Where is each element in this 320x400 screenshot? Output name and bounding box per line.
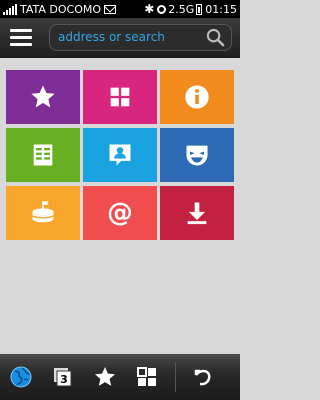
- toolbar-divider: [175, 362, 176, 392]
- battery-icon: [196, 3, 203, 15]
- tile-bookmarks[interactable]: [6, 70, 80, 124]
- browser-toolbar: address or search: [0, 18, 240, 58]
- quick-launch-grid: @: [6, 70, 234, 240]
- svg-text:@: @: [107, 199, 133, 227]
- network-type: 2.5G: [168, 2, 195, 16]
- clock: 01:15: [205, 2, 237, 16]
- apps-icon: [137, 367, 156, 386]
- back-icon: [194, 369, 211, 386]
- download-icon: [187, 202, 207, 225]
- at-icon: @: [107, 199, 133, 227]
- info-icon: [185, 85, 209, 109]
- cake-icon: [32, 201, 54, 223]
- globe-button[interactable]: [0, 354, 42, 400]
- address-placeholder[interactable]: address or search: [58, 30, 165, 44]
- bookmarks-button[interactable]: [84, 354, 126, 400]
- tile-windows[interactable]: [83, 70, 157, 124]
- tile-downloads[interactable]: [160, 186, 234, 240]
- tile-info[interactable]: [160, 70, 234, 124]
- grid-icon: [110, 87, 130, 107]
- window-count: 3: [60, 373, 68, 386]
- menu-icon[interactable]: [10, 29, 32, 47]
- tile-feeds[interactable]: [6, 128, 80, 182]
- back-button[interactable]: [182, 354, 224, 400]
- bluetooth-icon: ✱: [144, 2, 155, 16]
- contact-card-icon: [109, 144, 131, 166]
- signal-icon: [3, 3, 17, 15]
- status-bar: TATA DOCOMO ✱ 2.5G 01:15: [0, 0, 240, 18]
- tile-contacts[interactable]: [83, 128, 157, 182]
- operator-name: TATA DOCOMO: [20, 2, 102, 16]
- windows-icon: 3: [54, 368, 72, 387]
- tile-entertainment[interactable]: [160, 128, 234, 182]
- globe-icon: [10, 366, 32, 388]
- tile-email[interactable]: @: [83, 186, 157, 240]
- star-icon: [31, 85, 55, 108]
- bookmarks-icon: [95, 367, 115, 386]
- search-icon[interactable]: [206, 28, 225, 47]
- tile-events[interactable]: [6, 186, 80, 240]
- sync-icon: [157, 4, 167, 14]
- mail-icon: [104, 4, 117, 14]
- address-bar[interactable]: address or search: [49, 24, 232, 51]
- apps-button[interactable]: [126, 354, 168, 400]
- windows-button[interactable]: 3: [42, 354, 84, 400]
- document-icon: [33, 144, 53, 166]
- bottom-toolbar: 3: [0, 354, 240, 400]
- mask-icon: [186, 145, 208, 166]
